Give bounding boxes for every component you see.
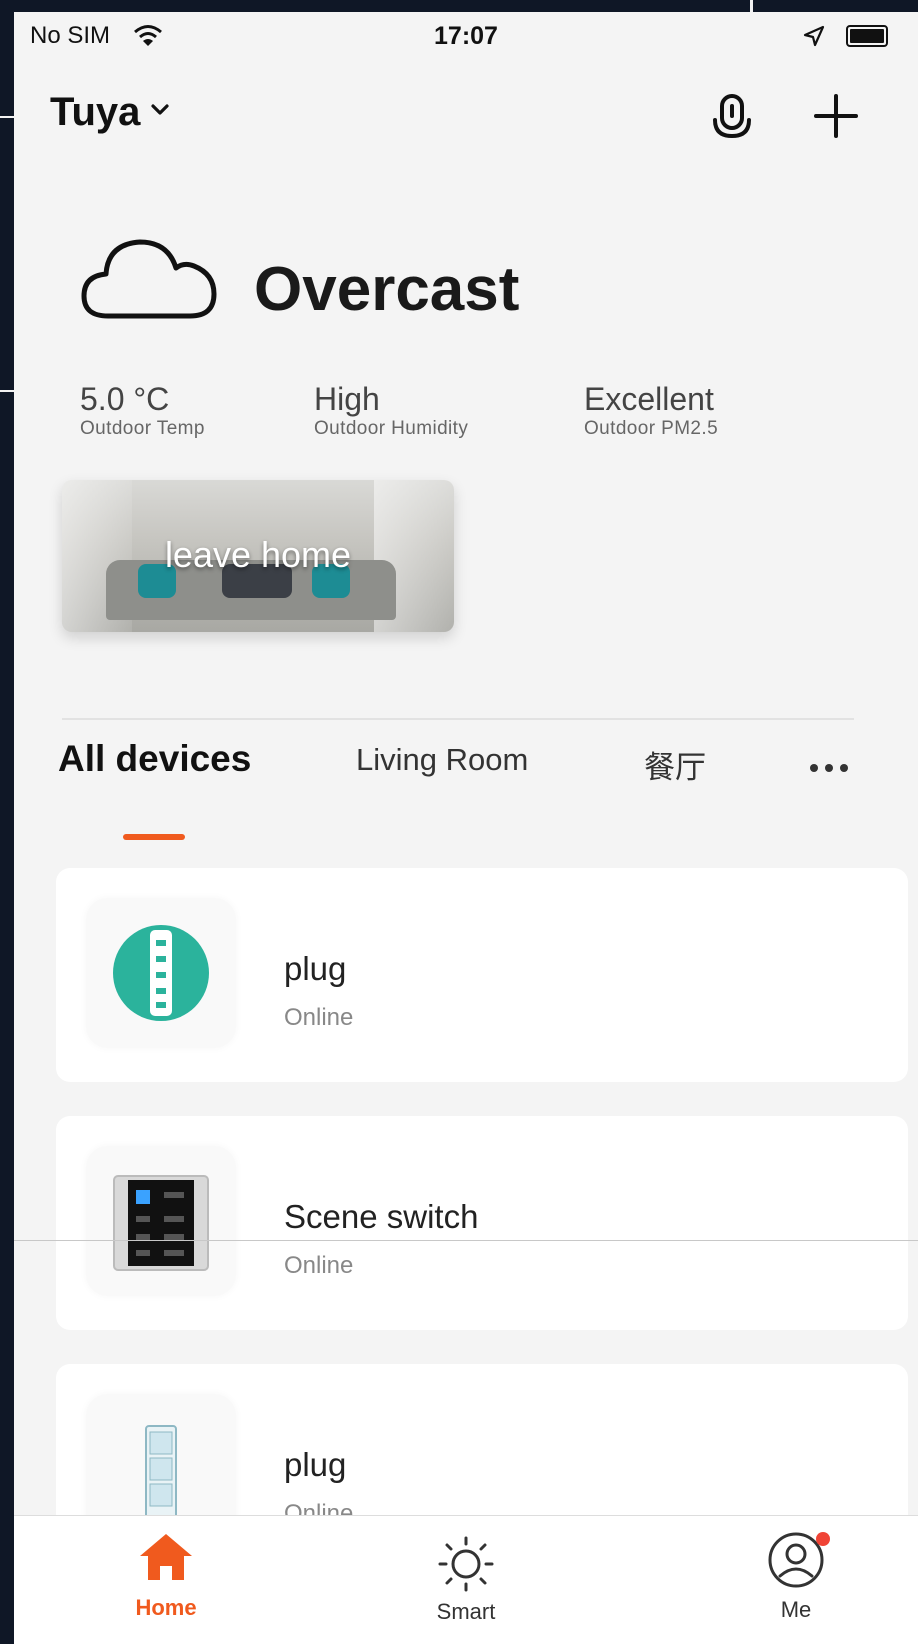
overlay-guide-line: [14, 1240, 918, 1241]
more-rooms-icon[interactable]: [810, 764, 848, 772]
clock: 17:07: [434, 22, 498, 50]
scene-label: leave home: [164, 534, 352, 575]
section-divider: [62, 718, 854, 720]
status-bar: No SIM 17:07: [14, 12, 918, 64]
power-strip-icon: [86, 898, 236, 1048]
home-selector[interactable]: Tuya: [50, 90, 170, 135]
chevron-down-icon: [150, 103, 170, 122]
add-device-button[interactable]: [810, 90, 862, 142]
cloud-icon: [80, 234, 220, 329]
bottom-nav: Home Smart Me: [14, 1515, 918, 1644]
plus-icon: [814, 94, 858, 138]
device-name: Scene switch: [284, 1198, 479, 1235]
outdoor-humidity: High Outdoor Humidity: [314, 382, 468, 440]
outdoor-pm25-value: Excellent: [584, 381, 714, 417]
nav-smart-label: Smart: [436, 1599, 496, 1624]
notification-badge: [816, 1532, 830, 1546]
device-status: Online: [284, 1252, 354, 1279]
device-status: Online: [284, 1004, 354, 1031]
microphone-icon[interactable]: [710, 92, 754, 144]
battery-icon: [846, 25, 888, 47]
phone-screen: No SIM 17:07 Tuya Overcast 5.0 °C Outdoo…: [14, 12, 918, 1644]
home-icon: [140, 1534, 192, 1580]
scene-switch-icon: [86, 1146, 236, 1296]
frame-line: [0, 390, 14, 392]
tab-living-room[interactable]: Living Room: [356, 742, 528, 778]
frame-line: [0, 116, 14, 118]
device-card-scene-switch[interactable]: Scene switch Online: [56, 1116, 908, 1330]
frame-line: [750, 0, 753, 12]
outdoor-pm25: Excellent Outdoor PM2.5: [584, 382, 718, 440]
outdoor-humidity-value: High: [314, 381, 380, 417]
device-card-plug[interactable]: plug Online: [56, 868, 908, 1082]
nav-me[interactable]: Me: [716, 1530, 876, 1623]
outdoor-temp: 5.0 °C Outdoor Temp: [80, 382, 205, 440]
scene-card-leave-home[interactable]: leave home: [62, 480, 454, 632]
tab-dining-room[interactable]: 餐厅: [644, 742, 706, 787]
nav-smart[interactable]: Smart: [386, 1530, 546, 1625]
outdoor-temp-label: Outdoor Temp: [80, 418, 205, 439]
outdoor-temp-value: 5.0 °C: [80, 381, 170, 417]
location-arrow-icon: [802, 24, 826, 53]
tab-all-devices[interactable]: All devices: [58, 738, 251, 780]
nav-me-label: Me: [780, 1597, 812, 1622]
outdoor-humidity-label: Outdoor Humidity: [314, 418, 469, 439]
outdoor-pm25-label: Outdoor PM2.5: [584, 418, 719, 439]
device-name: plug: [284, 950, 347, 987]
nav-home-label: Home: [135, 1595, 197, 1620]
sun-icon: [438, 1536, 494, 1592]
active-tab-indicator: [123, 834, 185, 840]
nav-home[interactable]: Home: [86, 1530, 246, 1621]
weather-condition: Overcast: [254, 255, 520, 324]
home-name: Tuya: [50, 90, 141, 134]
device-name: plug: [284, 1446, 347, 1483]
